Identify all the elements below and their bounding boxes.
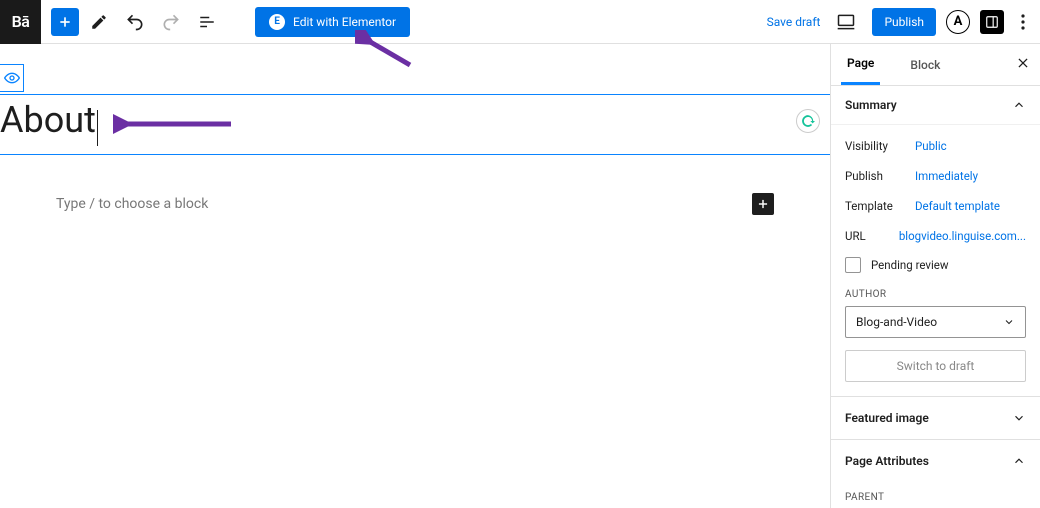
publish-label: Publish <box>845 169 915 183</box>
page-title-input[interactable]: About <box>0 99 96 141</box>
list-icon <box>198 13 216 31</box>
parent-heading: PARENT <box>831 482 1040 508</box>
publish-row: Publish Immediately <box>845 161 1026 191</box>
close-icon <box>1016 56 1030 70</box>
plus-icon <box>57 14 73 30</box>
visibility-value[interactable]: Public <box>915 139 947 153</box>
author-heading: AUTHOR <box>845 289 1026 300</box>
annotation-arrow-elementor <box>355 30 415 70</box>
redo-button[interactable] <box>155 6 187 38</box>
sidebar-tabs: Page Block <box>831 44 1040 86</box>
inline-add-block-button[interactable] <box>752 193 774 215</box>
chevron-up-icon <box>1012 98 1026 112</box>
edit-tools-button[interactable] <box>83 6 115 38</box>
site-logo[interactable]: Bā <box>0 0 41 44</box>
top-toolbar: Bā E Edit with Elementor Save draft Publ… <box>0 0 1040 44</box>
redo-icon <box>161 12 181 32</box>
desktop-icon <box>836 12 856 32</box>
summary-panel: Visibility Public Publish Immediately Te… <box>831 125 1040 397</box>
url-value[interactable]: blogvideo.linguise.com... <box>899 229 1026 243</box>
author-select[interactable]: Blog-and-Video <box>845 306 1026 338</box>
options-button[interactable] <box>1014 6 1032 38</box>
preview-button[interactable] <box>830 6 862 38</box>
eye-icon <box>4 70 20 86</box>
plus-icon <box>756 197 770 211</box>
settings-panel-button[interactable] <box>980 10 1004 34</box>
template-value[interactable]: Default template <box>915 199 1000 213</box>
grammarly-icon[interactable] <box>796 109 820 133</box>
publish-value[interactable]: Immediately <box>915 169 978 183</box>
chevron-down-icon <box>1012 411 1026 425</box>
featured-image-label: Featured image <box>845 411 929 425</box>
page-attributes-label: Page Attributes <box>845 454 929 468</box>
elementor-icon: E <box>269 14 285 30</box>
block-placeholder[interactable]: Type / to choose a block <box>56 196 208 212</box>
url-row: URL blogvideo.linguise.com... <box>845 221 1026 251</box>
publish-button[interactable]: Publish <box>872 8 936 36</box>
add-block-button[interactable] <box>51 8 79 36</box>
content-block-row: Type / to choose a block <box>56 193 774 215</box>
chevron-down-icon <box>1003 316 1015 328</box>
toolbar-right: Save draft Publish A <box>767 6 1032 38</box>
undo-button[interactable] <box>119 6 151 38</box>
kebab-icon <box>1021 14 1025 30</box>
astra-icon[interactable]: A <box>946 10 970 34</box>
document-overview-button[interactable] <box>191 6 223 38</box>
featured-image-header[interactable]: Featured image <box>831 397 1040 440</box>
visibility-label: Visibility <box>845 139 915 153</box>
tab-block[interactable]: Block <box>904 44 946 85</box>
pending-review-row: Pending review <box>845 251 1026 285</box>
pencil-icon <box>90 13 108 31</box>
settings-sidebar: Page Block Summary Visibility Public Pub… <box>830 44 1040 508</box>
visibility-row: Visibility Public <box>845 131 1026 161</box>
url-label: URL <box>845 229 899 243</box>
pending-review-checkbox[interactable] <box>845 257 861 273</box>
switch-to-draft-button[interactable]: Switch to draft <box>845 350 1026 382</box>
tab-page[interactable]: Page <box>841 44 880 85</box>
close-sidebar-button[interactable] <box>1016 56 1030 74</box>
sidebar-icon <box>985 15 999 29</box>
undo-icon <box>125 12 145 32</box>
elementor-label: Edit with Elementor <box>293 15 396 29</box>
preview-toggle[interactable] <box>0 64 24 92</box>
author-selected: Blog-and-Video <box>856 315 937 329</box>
template-row: Template Default template <box>845 191 1026 221</box>
summary-header[interactable]: Summary <box>831 86 1040 125</box>
save-draft-link[interactable]: Save draft <box>767 15 821 29</box>
pending-review-label: Pending review <box>871 258 949 272</box>
summary-heading: Summary <box>845 98 897 112</box>
text-cursor <box>97 110 98 146</box>
page-attributes-header[interactable]: Page Attributes <box>831 440 1040 482</box>
template-label: Template <box>845 199 915 213</box>
annotation-arrow-title <box>113 112 233 136</box>
chevron-up-icon <box>1012 454 1026 468</box>
